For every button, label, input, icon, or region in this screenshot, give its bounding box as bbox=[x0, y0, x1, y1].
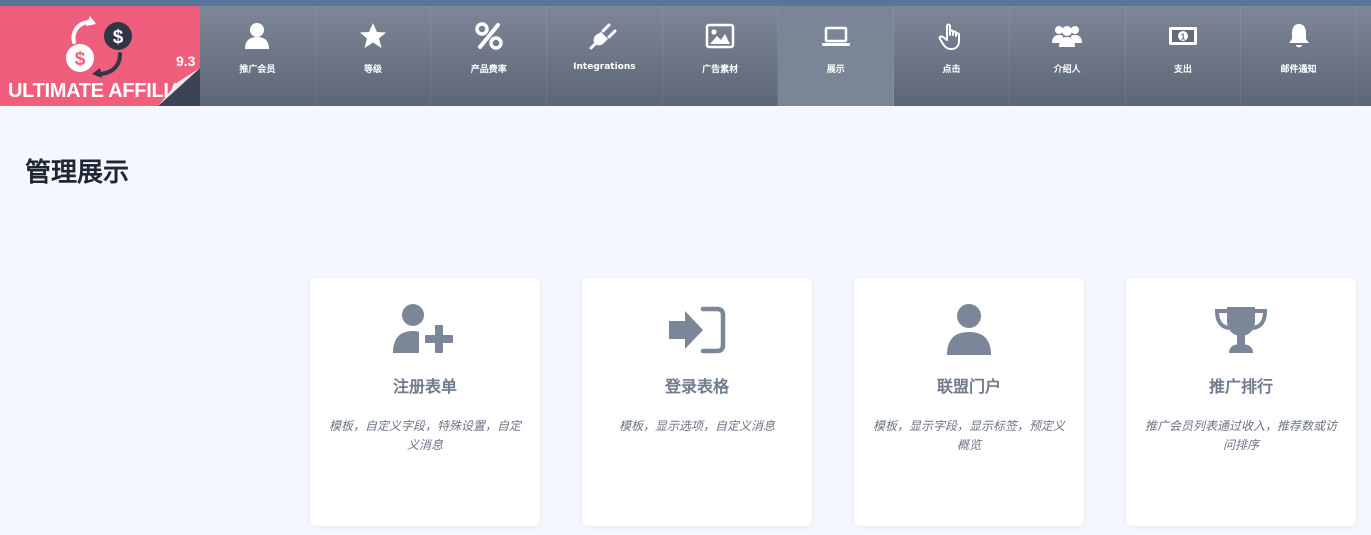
nav-item-integrations[interactable]: Integrations bbox=[547, 6, 663, 106]
money-exchange-icon: $ $ bbox=[66, 16, 132, 78]
user-plus-icon bbox=[390, 302, 460, 358]
nav-item-referrals[interactable]: 介绍人 bbox=[1010, 6, 1126, 106]
page-title: 管理展示 bbox=[25, 158, 130, 188]
main-nav: 推广会员 等级 产品费率 Integrations 广告素材 展示 点击 介绍人… bbox=[200, 6, 1357, 106]
card-register-form[interactable]: 注册表单 模板，自定义字段，特殊设置，自定义消息 bbox=[310, 278, 540, 526]
card-title: 登录表格 bbox=[664, 377, 729, 396]
money-bill-icon: 1 bbox=[1167, 20, 1199, 52]
card-title: 联盟门户 bbox=[936, 377, 1001, 396]
card-leaderboard[interactable]: 推广排行 推广会员列表通过收入，推荐数或访问排序 bbox=[1126, 278, 1356, 526]
users-group-icon bbox=[1051, 20, 1083, 52]
nav-item-affiliates[interactable]: 推广会员 bbox=[200, 6, 316, 106]
nav-label: 支出 bbox=[1173, 65, 1192, 75]
nav-label: 介绍人 bbox=[1053, 65, 1081, 75]
pointer-hand-icon bbox=[935, 20, 967, 52]
plug-icon bbox=[588, 20, 620, 52]
card-login-form[interactable]: 登录表格 模板，显示选项，自定义消息 bbox=[582, 278, 812, 526]
percent-icon bbox=[473, 20, 505, 52]
nav-item-creatives[interactable]: 广告素材 bbox=[663, 6, 779, 106]
card-description: 模板，自定义字段，特殊设置，自定义消息 bbox=[328, 419, 521, 452]
brand-logo[interactable]: $ $ 9.3 ULTIMATE AFFILIATE bbox=[0, 6, 200, 106]
nav-label: 展示 bbox=[826, 65, 845, 75]
card-title: 注册表单 bbox=[392, 377, 457, 396]
nav-label: 等级 bbox=[364, 65, 383, 75]
nav-label: 点击 bbox=[942, 65, 961, 75]
nav-label: 产品费率 bbox=[470, 65, 507, 75]
nav-item-ranks[interactable]: 等级 bbox=[316, 6, 432, 106]
nav-item-showcases[interactable]: 展示 bbox=[778, 6, 895, 106]
nav-item-notifications[interactable]: 邮件通知 bbox=[1241, 6, 1357, 106]
nav-item-offers[interactable]: 产品费率 bbox=[431, 6, 548, 106]
header: $ $ 9.3 ULTIMATE AFFILIATE 推广会员 等级 产品费率 … bbox=[0, 6, 1371, 106]
card-description: 模板，显示字段，显示标签，预定义概览 bbox=[872, 419, 1065, 452]
nav-label: 广告素材 bbox=[702, 65, 739, 75]
showcase-cards: 注册表单 模板，自定义字段，特殊设置，自定义消息 登录表格 模板，显示选项，自定… bbox=[310, 278, 1356, 526]
star-icon bbox=[357, 20, 389, 52]
nav-item-clicks[interactable]: 点击 bbox=[894, 6, 1010, 106]
svg-text:1: 1 bbox=[1181, 33, 1186, 42]
nav-label: 推广会员 bbox=[239, 65, 276, 75]
image-icon bbox=[704, 20, 736, 52]
page-curl-decoration bbox=[158, 68, 200, 106]
svg-text:$: $ bbox=[113, 27, 124, 48]
nav-label: Integrations bbox=[573, 62, 636, 72]
laptop-icon bbox=[820, 20, 852, 52]
user-icon bbox=[934, 302, 1004, 358]
sign-in-icon bbox=[662, 302, 732, 358]
bell-icon bbox=[1283, 20, 1315, 52]
brand-version: 9.3 bbox=[176, 53, 196, 69]
nav-item-payments[interactable]: 1 支出 bbox=[1126, 6, 1242, 106]
card-affiliate-portal[interactable]: 联盟门户 模板，显示字段，显示标签，预定义概览 bbox=[854, 278, 1084, 526]
card-description: 模板，显示选项，自定义消息 bbox=[618, 419, 775, 433]
user-icon bbox=[241, 20, 273, 52]
card-title: 推广排行 bbox=[1208, 377, 1273, 396]
card-description: 推广会员列表通过收入，推荐数或访问排序 bbox=[1144, 419, 1337, 452]
svg-text:$: $ bbox=[75, 49, 86, 70]
nav-label: 邮件通知 bbox=[1280, 65, 1317, 75]
trophy-icon bbox=[1206, 302, 1276, 358]
